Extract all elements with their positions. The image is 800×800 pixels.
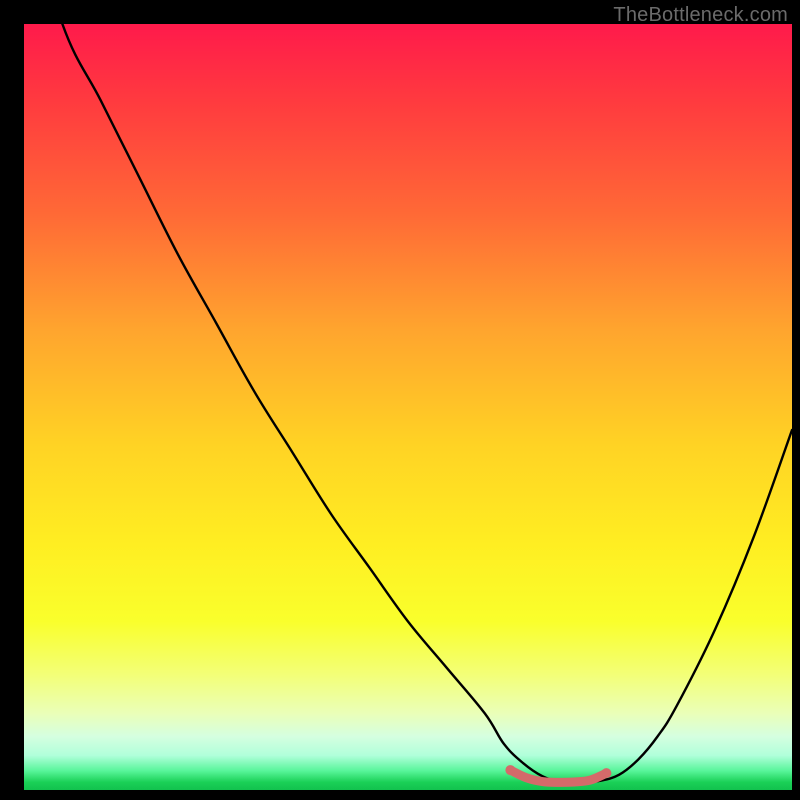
chart-svg	[24, 24, 792, 790]
optimal-range-endpoint	[505, 765, 515, 775]
gradient-background	[24, 24, 792, 790]
optimal-range-endpoint	[601, 768, 611, 778]
watermark-text: TheBottleneck.com	[613, 4, 788, 27]
plot-area	[24, 24, 792, 790]
chart-frame: TheBottleneck.com	[0, 0, 800, 800]
